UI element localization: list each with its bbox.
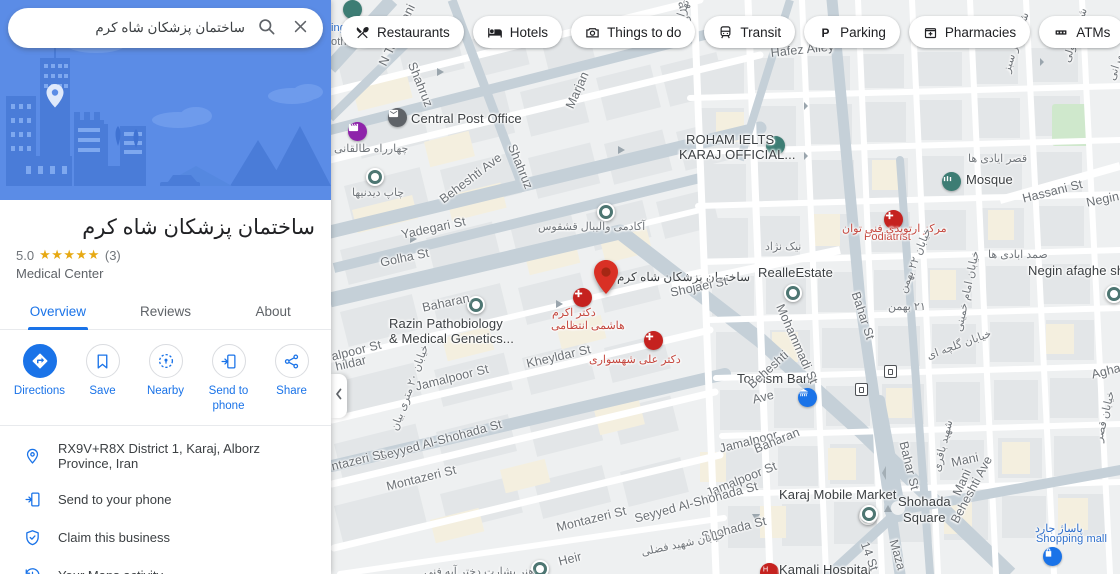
poi-marker-generic-2[interactable] [597,203,615,221]
chip-label: Restaurants [377,24,450,40]
google-maps-app: H Central Post Office ROHAM IELTS KARAJ … [0,0,1120,574]
info-row-claim-business[interactable]: Claim this business [0,518,331,556]
poi-marker-clinic-2[interactable] [644,331,663,350]
chip-label: Pharmacies [944,24,1017,40]
chip-hotels[interactable]: Hotels [472,16,563,48]
chip-label: Parking [840,24,886,40]
chip-label: Things to do [607,24,682,40]
search-input[interactable] [22,20,249,36]
action-label: Send to phone [208,385,249,412]
category-chips-bar: Restaurants Hotels Things to do Transit … [341,16,1120,48]
hotel-icon [487,25,503,40]
action-label: Directions [13,385,66,398]
parking-icon: P [818,25,833,40]
place-content: ساختمان پزشکان شاه کرم 5.0 ★★★★★ (3) Med… [0,200,331,574]
chip-restaurants[interactable]: Restaurants [341,16,464,48]
tab-label: About [255,304,291,320]
info-label: Send to your phone [58,491,172,507]
action-send-to-phone[interactable]: Send to phone [200,344,258,413]
poi-marker-generic-6[interactable] [860,505,878,523]
action-share[interactable]: Share [263,344,321,413]
rating-stars: ★★★★★ [39,247,100,263]
poi-marker-post-office[interactable] [388,108,407,127]
tab-about[interactable]: About [219,295,327,329]
poi-marker-generic-5[interactable] [531,560,549,574]
info-row-address[interactable]: RX9V+R8X District 1, Karaj, Alborz Provi… [0,432,331,480]
chip-atms[interactable]: ATMs [1039,16,1120,48]
action-nearby[interactable]: Nearby [137,344,195,413]
search-bar [8,8,323,48]
place-tabs: Overview Reviews About [0,295,331,331]
info-label: Claim this business [58,529,170,545]
clear-search-button[interactable] [283,11,317,45]
poi-marker-mosque[interactable] [942,172,961,191]
review-count[interactable]: (3) [105,248,121,263]
action-label: Save [89,385,116,398]
poi-marker-generic-3[interactable] [467,296,485,314]
atm-icon [1053,26,1069,39]
place-actions: Directions Save Nearby Send to phone Sha… [0,330,331,427]
action-label: Nearby [146,385,185,398]
poi-marker-shopping-mall[interactable] [1043,547,1062,566]
svg-text:P: P [822,25,830,39]
search-icon [257,17,276,39]
poi-marker-realestate[interactable] [784,284,802,302]
search-box[interactable] [8,8,323,48]
info-row-send-to-phone[interactable]: Send to your phone [0,480,331,518]
rating-row[interactable]: 5.0 ★★★★★ (3) [0,241,331,263]
directions-icon [22,344,57,379]
tab-label: Reviews [140,304,192,320]
action-label: Share [276,385,307,398]
action-directions[interactable]: Directions [11,344,69,413]
collapse-panel-button[interactable] [331,374,347,418]
place-info-list: RX9V+R8X District 1, Karaj, Alborz Provi… [0,426,331,574]
tab-reviews[interactable]: Reviews [112,295,220,329]
send-to-phone-icon [22,489,42,509]
rating-value: 5.0 [16,247,35,263]
chip-label: ATMs [1076,24,1111,40]
poi-marker-generic-1[interactable] [366,168,384,186]
place-category: Medical Center [16,266,104,282]
history-icon [22,565,42,574]
pharmacy-icon [923,25,938,40]
tab-label: Overview [29,304,86,320]
search-button[interactable] [249,11,283,45]
location-pin-icon [22,446,42,466]
chevron-left-icon [335,387,343,405]
share-icon [274,344,309,379]
poi-marker-cinema[interactable] [348,122,367,141]
transit-stop-icon-2[interactable] [855,383,868,396]
poi-marker-generic-4[interactable] [1105,285,1120,303]
send-to-phone-icon [211,344,246,379]
poi-marker-podiatrist[interactable] [884,210,903,229]
svg-text:H: H [763,564,768,573]
action-save[interactable]: Save [74,344,132,413]
place-details-panel: ساختمان پزشکان شاه کرم 5.0 ★★★★★ (3) Med… [0,0,331,574]
chip-things-to-do[interactable]: Things to do [571,16,696,48]
chip-pharmacies[interactable]: Pharmacies [908,16,1031,48]
selected-place-marker[interactable] [594,260,618,294]
tab-overview[interactable]: Overview [4,295,112,331]
info-row-maps-activity[interactable]: Your Maps activity [0,556,331,574]
chip-label: Transit [740,24,782,40]
info-label: Your Maps activity [58,568,163,574]
chip-parking[interactable]: P Parking [804,16,900,48]
poi-marker-tourism-bank[interactable] [798,388,817,407]
place-title: ساختمان پزشکان شاه کرم [82,216,315,239]
transit-icon [718,25,733,40]
transit-stop-icon-1[interactable] [884,365,897,378]
shield-check-icon [22,527,42,547]
restaurant-icon [355,25,370,40]
chip-label: Hotels [509,24,549,40]
camera-icon [585,25,600,40]
poi-marker-roham-ielts[interactable] [766,136,785,155]
nearby-icon [148,344,183,379]
info-label: RX9V+R8X District 1, Karaj, Alborz Provi… [58,441,260,472]
bookmark-icon [85,344,120,379]
poi-marker-clinic-1[interactable] [573,288,592,307]
close-icon [292,18,309,38]
chip-transit[interactable]: Transit [704,16,796,48]
